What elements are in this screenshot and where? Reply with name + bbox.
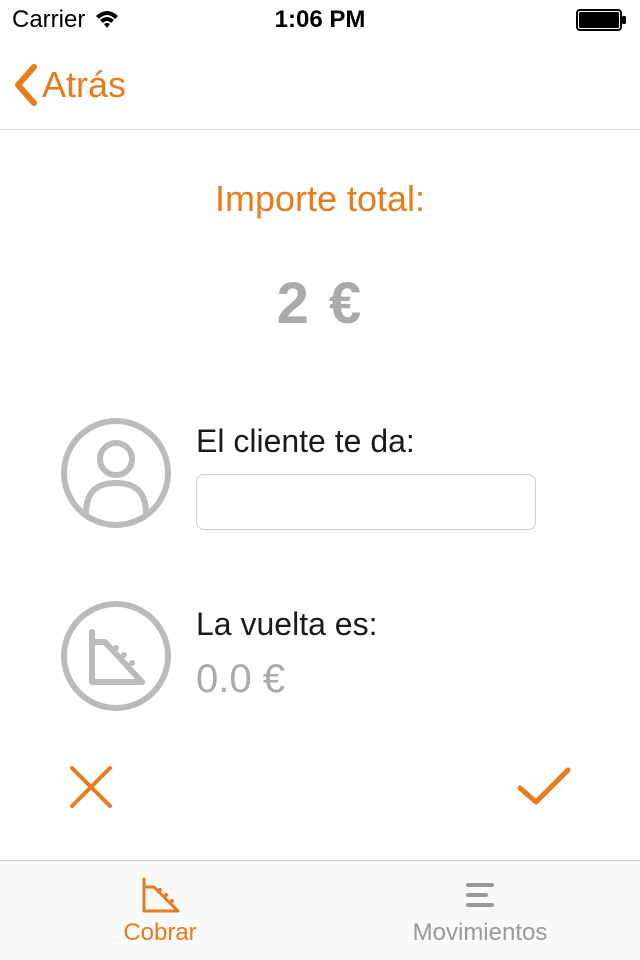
register-icon — [60, 600, 172, 712]
status-carrier: Carrier — [12, 6, 85, 34]
cancel-button[interactable] — [66, 762, 116, 817]
check-icon — [514, 762, 574, 812]
close-icon — [66, 762, 116, 812]
list-tab-icon — [460, 875, 500, 915]
tab-movimientos-label: Movimientos — [413, 919, 548, 947]
main-content: Importe total: 2 € El cliente te da: — [0, 130, 640, 817]
total-amount: 2 € — [60, 270, 580, 337]
wifi-icon — [93, 10, 121, 30]
status-left: Carrier — [12, 6, 121, 34]
client-gives-body: El cliente te da: — [196, 417, 580, 530]
total-label: Importe total: — [60, 178, 580, 220]
chevron-left-icon — [12, 63, 40, 107]
client-gives-input[interactable] — [196, 474, 536, 530]
back-label: Atrás — [42, 64, 126, 106]
client-gives-row: El cliente te da: — [60, 417, 580, 530]
actions-row — [60, 762, 580, 817]
battery-icon — [576, 9, 628, 31]
tab-cobrar[interactable]: Cobrar — [0, 861, 320, 960]
status-right — [576, 9, 628, 31]
tab-cobrar-label: Cobrar — [123, 919, 196, 947]
confirm-button[interactable] — [514, 762, 574, 817]
change-row: La vuelta es: 0.0 € — [60, 600, 580, 712]
nav-bar: Atrás — [0, 40, 640, 130]
change-value: 0.0 € — [196, 657, 580, 702]
register-tab-icon — [138, 875, 182, 915]
person-icon — [60, 417, 172, 529]
client-gives-label: El cliente te da: — [196, 423, 580, 460]
tab-movimientos[interactable]: Movimientos — [320, 861, 640, 960]
change-body: La vuelta es: 0.0 € — [196, 600, 580, 702]
status-time: 1:06 PM — [275, 6, 366, 34]
change-label: La vuelta es: — [196, 606, 580, 643]
tab-bar: Cobrar Movimientos — [0, 860, 640, 960]
status-bar: Carrier 1:06 PM — [0, 0, 640, 40]
back-button[interactable]: Atrás — [12, 63, 126, 107]
